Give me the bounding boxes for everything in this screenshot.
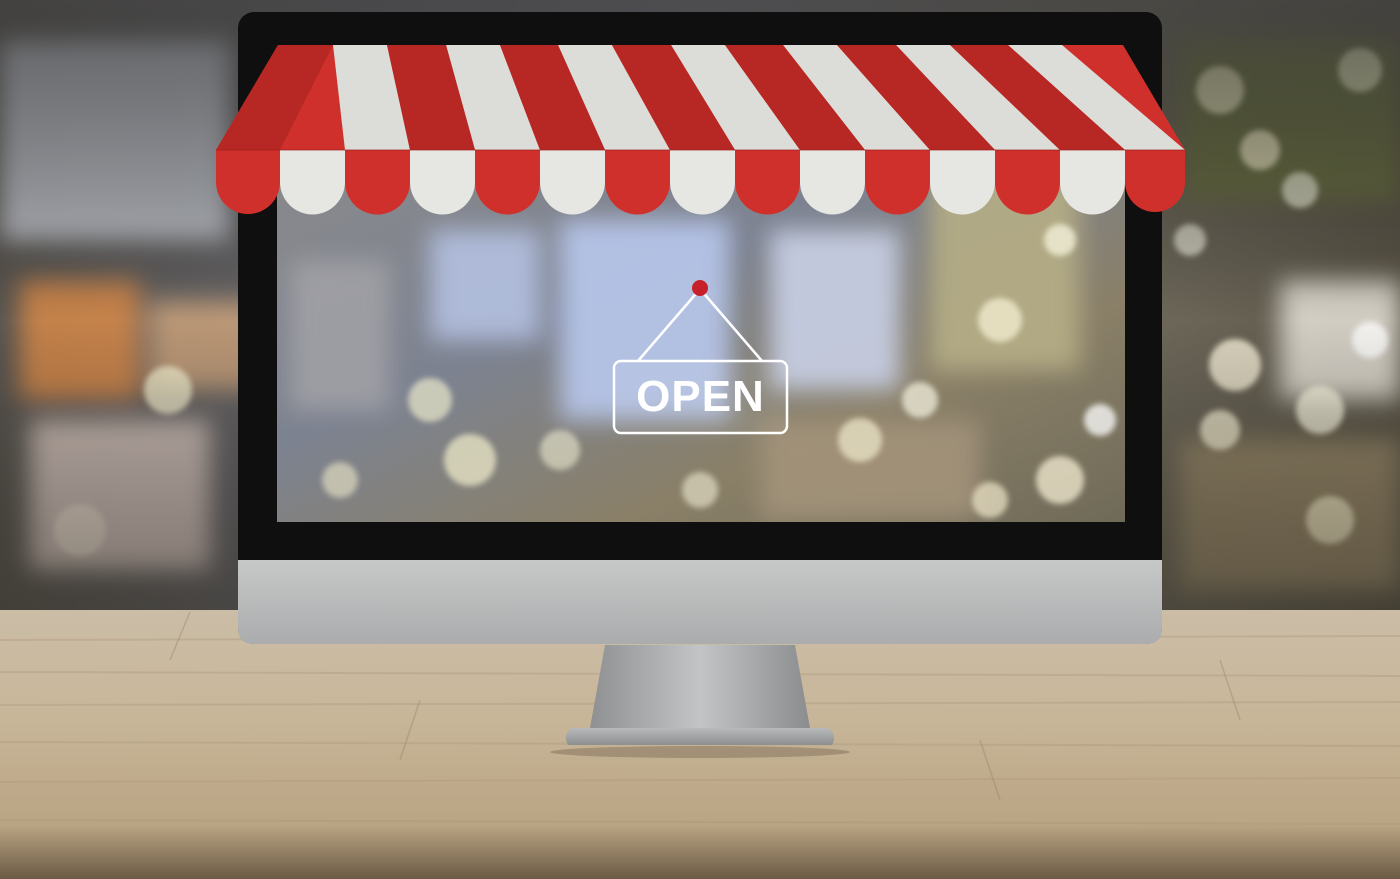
open-sign-text: OPEN (636, 372, 765, 421)
striped-awning (216, 45, 1185, 215)
shop-scene: OPEN (0, 0, 1400, 879)
scene-illustration (0, 0, 1400, 879)
